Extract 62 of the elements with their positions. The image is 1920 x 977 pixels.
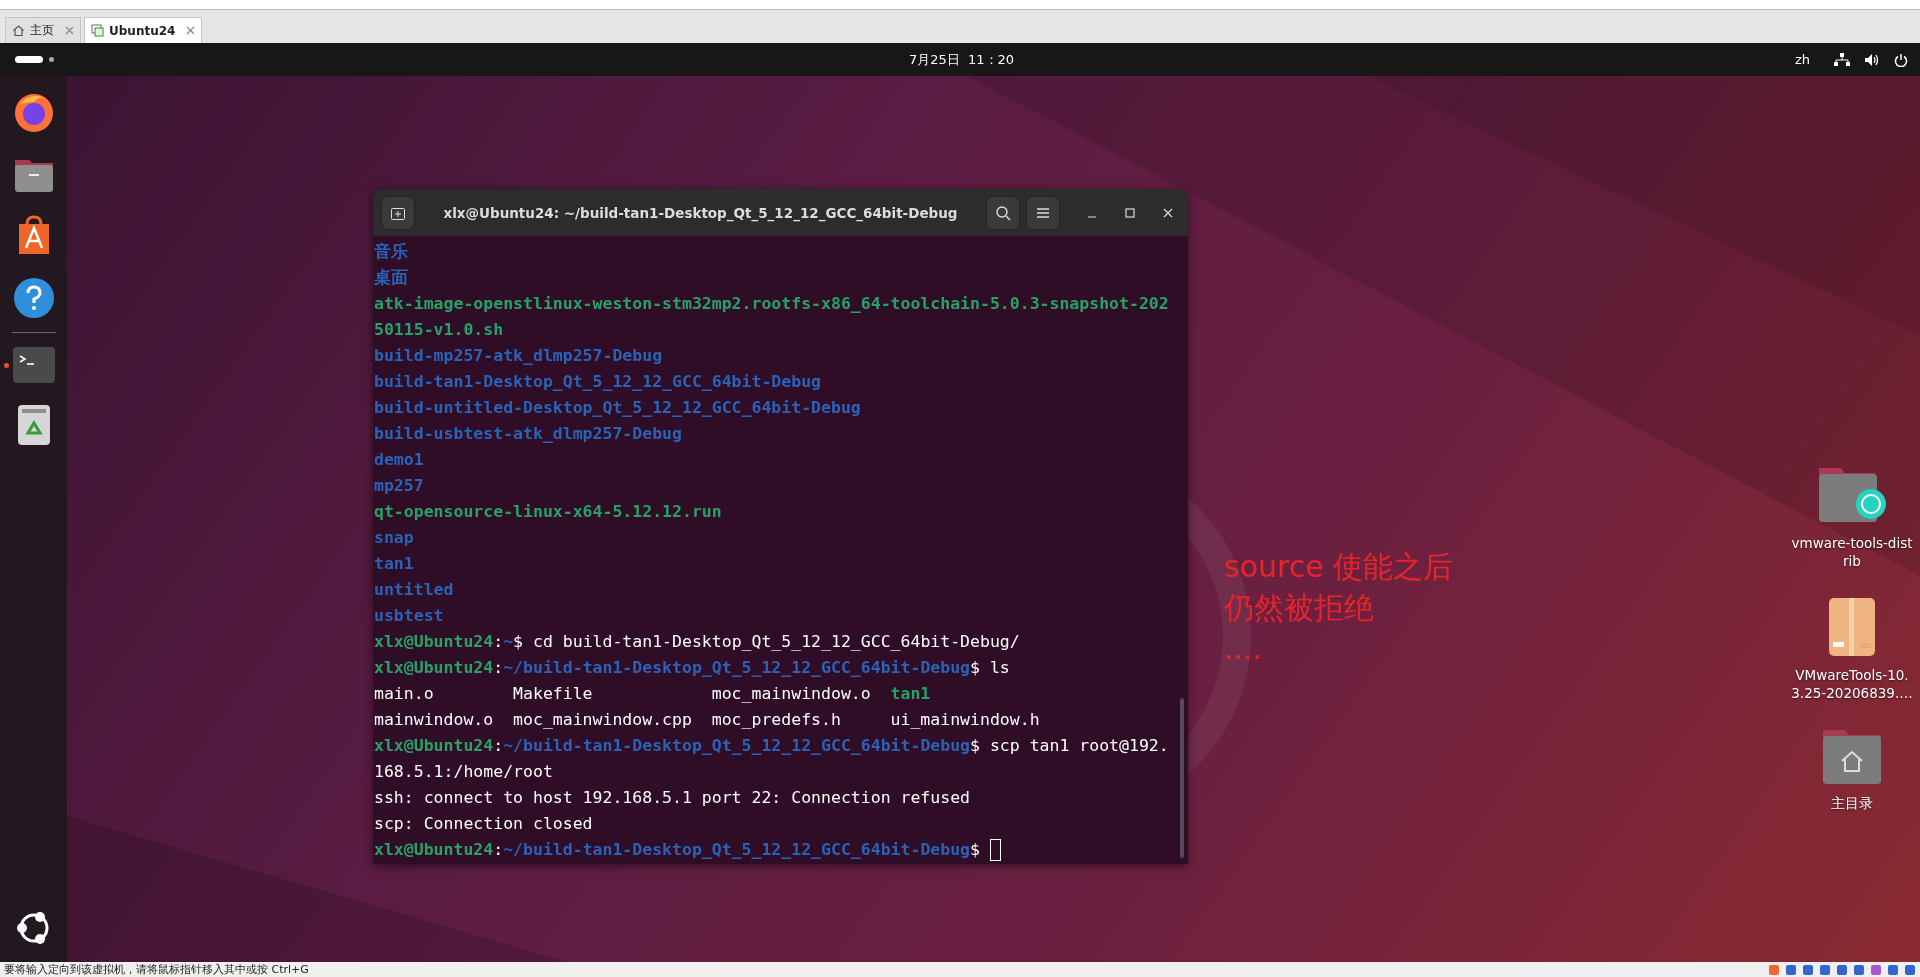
terminal-line: 50115-v1.0.sh [374, 319, 504, 341]
menu-button[interactable] [1026, 195, 1060, 230]
scrollbar[interactable] [1180, 698, 1184, 858]
terminal-line: 音乐 [374, 241, 408, 263]
terminal-line: build-tan1-Desktop_Qt_5_12_12_GCC_64bit-Debug [374, 371, 822, 393]
terminal-line: 168.5.1:/home/root [374, 761, 553, 783]
annotation-text: source 使能之后 [1224, 548, 1454, 586]
workspace-indicator[interactable] [49, 57, 54, 62]
vm-icon [91, 24, 104, 37]
tab[interactable]: Ubuntu24 [84, 17, 203, 43]
tray-icon[interactable] [1802, 963, 1814, 976]
terminal-line: demo1 [374, 449, 424, 471]
terminal-line: 桌面 [374, 267, 408, 289]
help-icon[interactable] [11, 276, 56, 320]
terminal-line: scp: Connection closed [374, 813, 593, 835]
annotation-text: 仍然被拒绝 [1224, 589, 1375, 627]
terminal-line: atk-image-openstlinux-weston-stm32mp2.rootfs-x86_64-toolchain-5.0.3-snapshot-202 [374, 293, 1169, 315]
tray-icon[interactable] [1836, 963, 1848, 976]
desktop-icon-label[interactable]: vmware-tools-distrib [1790, 534, 1914, 570]
clock[interactable]: 7月25日 11：20 [908, 50, 1015, 69]
terminal-line: main.o Makefile moc_mainwindow.o tan1 [374, 683, 931, 705]
tray-icon[interactable] [1819, 963, 1831, 976]
terminal-line: ssh: connect to host 192.168.5.1 port 22: Connection refused [374, 787, 971, 809]
terminal-line: xlx@Ubuntu24:~/build-tan1-Desktop_Qt_5_12_12_GCC_64bit-Debug$ ls [374, 657, 1010, 679]
terminal-line: qt-opensource-linux-x64-5.12.12.run [374, 501, 722, 523]
terminal-line: tan1 [374, 553, 414, 575]
package-icon[interactable] [1827, 596, 1877, 658]
input-method-indicator[interactable]: zh [1794, 52, 1810, 67]
tray-icon[interactable] [1853, 963, 1865, 976]
annotation-text: .... [1224, 630, 1264, 668]
desktop-icon-label[interactable]: VMwareTools-10.3.25-20206839.… [1790, 666, 1914, 702]
home-icon [12, 24, 25, 37]
tray-icon[interactable] [1887, 963, 1899, 976]
desktop-icon-label[interactable]: 主目录 [1790, 794, 1914, 812]
terminal-line: mainwindow.o moc_mainwindow.cpp moc_predefs.h ui_mainwindow.h [374, 709, 1040, 731]
tray-icon[interactable] [1785, 963, 1797, 976]
tab[interactable]: 主页 [5, 17, 81, 43]
search-icon [995, 204, 1011, 221]
workspace-indicator[interactable] [15, 56, 43, 63]
window-title: xlx@Ubuntu24: ~/build-tan1-Desktop_Qt_5_12_12_GCC_64bit-Debug [442, 204, 959, 221]
terminal-line: mp257 [374, 475, 424, 497]
terminal-line: build-mp257-atk_dlmp257-Debug [374, 345, 663, 367]
tray-icon[interactable] [1768, 963, 1780, 976]
tray-icon[interactable] [1870, 963, 1882, 976]
terminal-line: untitled [374, 579, 454, 601]
terminal-line: xlx@Ubuntu24:~$ cd build-tan1-Desktop_Qt_5_12_12_GCC_64bit-Debug/ [374, 631, 1020, 653]
home-folder-icon[interactable] [1821, 728, 1883, 786]
terminal-line: xlx@Ubuntu24:~/build-tan1-Desktop_Qt_5_12_12_GCC_64bit-Debug$ [374, 839, 981, 861]
terminal-line: xlx@Ubuntu24:~/build-tan1-Desktop_Qt_5_12_12_GCC_64bit-Debug$ scp tan1 root@192. [374, 735, 1169, 757]
terminal-line: usbtest [374, 605, 444, 627]
search-button[interactable] [986, 195, 1020, 230]
volume-icon[interactable] [1864, 52, 1880, 67]
terminal-line: build-untitled-Desktop_Qt_5_12_12_GCC_64bit-Debug [374, 397, 861, 419]
terminal-line: snap [374, 527, 414, 549]
network-icon[interactable] [1834, 52, 1850, 67]
power-icon[interactable] [1894, 52, 1908, 67]
tray-icon[interactable] [1904, 963, 1916, 976]
terminal-line: build-usbtest-atk_dlmp257-Debug [374, 423, 682, 445]
terminal-icon[interactable] [11, 345, 56, 385]
status-message: 要将输入定向到该虚拟机，请将鼠标指针移入其中或按 Ctrl+G [4, 962, 309, 977]
new-tab-button[interactable] [381, 195, 415, 230]
maximize-icon[interactable] [1124, 206, 1136, 219]
